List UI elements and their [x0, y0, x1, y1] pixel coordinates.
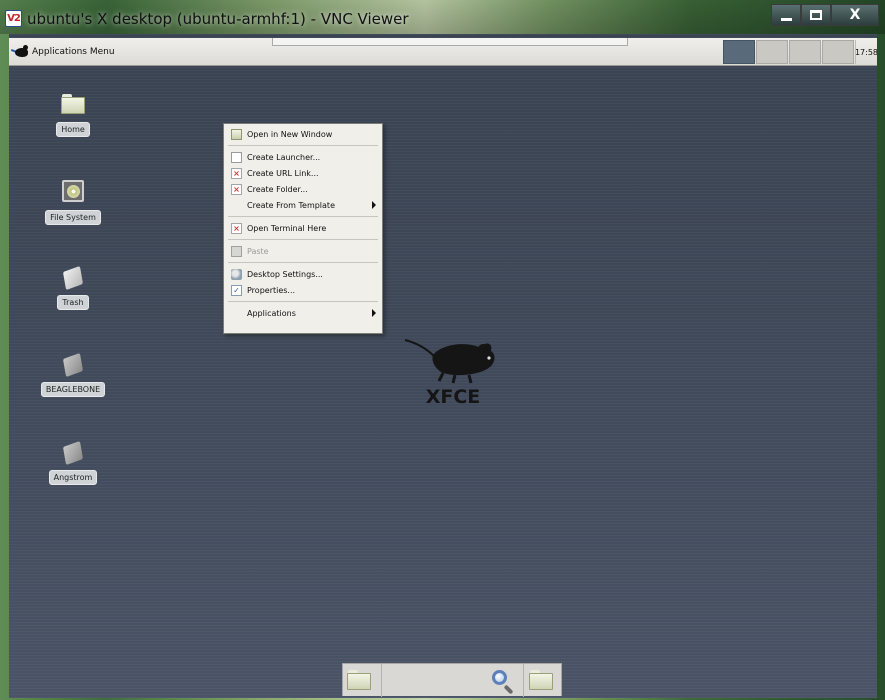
close-icon: X — [849, 7, 861, 23]
dock-file-manager-button[interactable] — [347, 670, 373, 692]
desktop-icon-home[interactable]: Home — [38, 94, 108, 137]
desktop-icon-label: Angstrom — [48, 470, 98, 485]
xfce-logo-text: XFCE — [426, 386, 481, 408]
dock-folder-button[interactable] — [529, 670, 555, 692]
menu-item-label: Create Launcher... — [247, 152, 321, 162]
menu-separator — [228, 301, 378, 302]
menu-item-label: Paste — [247, 246, 269, 256]
menu-item-label: Desktop Settings... — [247, 269, 323, 279]
menu-separator — [228, 262, 378, 263]
menu-item-label: Properties... — [247, 285, 296, 295]
document-icon — [231, 152, 242, 163]
xfce-desktop[interactable]: Applications Menu 17:58 Home File System… — [9, 34, 877, 698]
maximize-button[interactable] — [801, 4, 831, 26]
workspace-3[interactable] — [789, 40, 821, 64]
applications-menu-button[interactable]: Applications Menu — [10, 43, 115, 61]
home-folder-icon — [61, 94, 85, 114]
workspace-switcher — [723, 40, 854, 64]
window-controls: X — [771, 4, 879, 26]
missing-image-icon: × — [231, 223, 242, 234]
dock-separator — [523, 664, 524, 697]
menu-separator — [228, 216, 378, 217]
folder-icon — [231, 129, 242, 140]
panel-window-area[interactable] — [272, 38, 628, 46]
minimize-button[interactable] — [771, 4, 801, 26]
close-button[interactable]: X — [831, 4, 879, 26]
menu-item-label: Open in New Window — [247, 129, 333, 139]
submenu-arrow-icon — [372, 201, 376, 209]
dock-separator — [381, 664, 382, 697]
menu-item-desktop-settings[interactable]: Desktop Settings... — [224, 266, 382, 282]
vnc-window-titlebar[interactable]: V2 ubuntu's X desktop (ubuntu-armhf:1) -… — [0, 0, 885, 34]
menu-item-open-in-new-window[interactable]: Open in New Window — [224, 126, 382, 142]
window-title: ubuntu's X desktop (ubuntu-armhf:1) - VN… — [27, 10, 409, 28]
removable-drive-icon — [62, 352, 84, 378]
xfce-logo: XFCE — [404, 339, 495, 408]
menu-item-applications[interactable]: Applications — [224, 305, 382, 321]
missing-image-icon: × — [231, 168, 242, 179]
menu-item-paste: Paste — [224, 243, 382, 259]
submenu-arrow-icon — [372, 309, 376, 317]
menu-item-label: Create From Template — [247, 200, 335, 210]
workspace-2[interactable] — [756, 40, 788, 64]
menu-item-label: Applications — [247, 308, 296, 318]
desktop-icon-label: Home — [56, 122, 90, 137]
menu-separator — [228, 145, 378, 146]
panel-clock[interactable]: 17:58 — [855, 40, 877, 64]
menu-item-label: Create URL Link... — [247, 168, 319, 178]
xfce-mouse-icon — [10, 45, 29, 59]
menu-item-label: Open Terminal Here — [247, 223, 327, 233]
vnc-viewer-icon: V2 — [5, 10, 22, 27]
dock-search-button[interactable] — [490, 668, 516, 695]
menu-item-open-terminal-here[interactable]: × Open Terminal Here — [224, 220, 382, 236]
maximize-icon — [810, 10, 822, 20]
menu-item-properties[interactable]: ✓ Properties... — [224, 282, 382, 298]
menu-item-create-folder[interactable]: × Create Folder... — [224, 181, 382, 197]
applications-menu-label: Applications Menu — [32, 47, 115, 57]
file-manager-icon — [347, 670, 371, 690]
desktop-icon-beaglebone[interactable]: BEAGLEBONE — [38, 352, 108, 397]
folder-icon — [529, 670, 553, 690]
settings-icon — [231, 269, 242, 280]
menu-item-label: Create Folder... — [247, 184, 308, 194]
desktop-icon-angstrom[interactable]: Angstrom — [38, 440, 108, 485]
desktop-icon-trash[interactable]: Trash — [38, 265, 108, 310]
search-icon — [492, 670, 507, 685]
desktop-icon-file-system[interactable]: File System — [38, 180, 108, 225]
menu-separator — [228, 239, 378, 240]
menu-item-create-from-template[interactable]: Create From Template — [224, 197, 382, 213]
workspace-4[interactable] — [822, 40, 854, 64]
missing-image-icon: × — [231, 184, 242, 195]
menu-item-create-launcher[interactable]: Create Launcher... — [224, 149, 382, 165]
workspace-1[interactable] — [723, 40, 755, 64]
desktop-icon-label: File System — [45, 210, 101, 225]
paste-icon — [231, 246, 242, 257]
menu-item-create-url-link[interactable]: × Create URL Link... — [224, 165, 382, 181]
file-system-icon — [62, 180, 84, 202]
trash-icon — [62, 265, 84, 291]
desktop-icon-label: Trash — [57, 295, 89, 310]
desktop-icon-label: BEAGLEBONE — [40, 382, 106, 397]
bottom-dock — [342, 663, 562, 697]
top-panel: Applications Menu 17:58 — [9, 38, 877, 66]
removable-drive-icon — [62, 440, 84, 466]
desktop-context-menu: Open in New Window Create Launcher... × … — [223, 123, 383, 334]
minimize-icon — [780, 17, 792, 21]
properties-icon: ✓ — [231, 285, 242, 296]
